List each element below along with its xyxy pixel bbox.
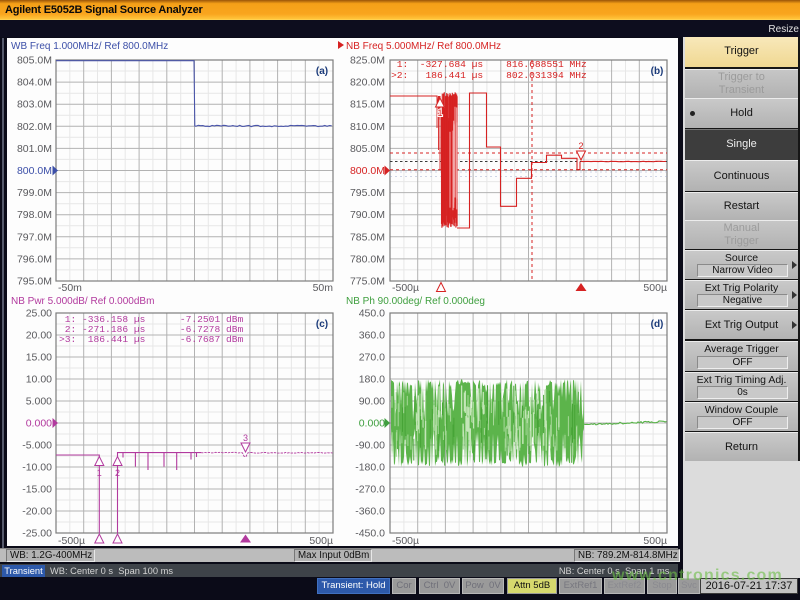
svg-text:450.0: 450.0: [359, 308, 385, 320]
svg-text:798.0M: 798.0M: [17, 209, 52, 221]
svg-text:270.0: 270.0: [359, 352, 385, 364]
svg-text:-90.00: -90.00: [355, 440, 385, 452]
svg-text:0.000: 0.000: [359, 418, 385, 430]
svg-text:805.0M: 805.0M: [350, 143, 385, 155]
svg-text:-500µ: -500µ: [392, 282, 419, 294]
svg-text:(d): (d): [651, 319, 664, 330]
svg-text:820.0M: 820.0M: [350, 77, 385, 89]
svg-text:3: 3: [243, 433, 248, 443]
svg-text:20.00: 20.00: [26, 330, 52, 342]
svg-text:795.0M: 795.0M: [17, 276, 52, 288]
svg-text:804.0M: 804.0M: [17, 77, 52, 89]
svg-text:NB Ph 90.00deg/ Ref 0.000deg: NB Ph 90.00deg/ Ref 0.000deg: [346, 296, 485, 307]
svg-text:810.0M: 810.0M: [350, 121, 385, 133]
svg-text:5.000: 5.000: [26, 396, 52, 408]
svg-text:15.00: 15.00: [26, 352, 52, 364]
svg-text:-180.0: -180.0: [355, 462, 385, 474]
svg-text:805.0M: 805.0M: [17, 55, 52, 67]
svg-text:790.0M: 790.0M: [350, 209, 385, 221]
svg-text:797.0M: 797.0M: [17, 231, 52, 243]
svg-text:801.0M: 801.0M: [17, 143, 52, 155]
svg-text:360.0: 360.0: [359, 330, 385, 342]
svg-text:-500µ: -500µ: [392, 535, 419, 547]
svg-text:90.00: 90.00: [359, 396, 385, 408]
svg-text:815.0M: 815.0M: [350, 99, 385, 111]
svg-text:-500µ: -500µ: [58, 535, 85, 547]
svg-text:-450.0: -450.0: [355, 528, 385, 540]
svg-text:-15.00: -15.00: [22, 484, 52, 496]
svg-text:(c): (c): [316, 319, 328, 330]
svg-text:800.0M: 800.0M: [350, 165, 385, 177]
svg-text:0.000: 0.000: [26, 418, 52, 430]
svg-text:825.0M: 825.0M: [350, 55, 385, 67]
svg-text:780.0M: 780.0M: [350, 253, 385, 265]
svg-text:NB Freq 5.000MHz/ Ref 800.0MHz: NB Freq 5.000MHz/ Ref 800.0MHz: [346, 41, 501, 52]
svg-text:803.0M: 803.0M: [17, 99, 52, 111]
svg-text:-20.00: -20.00: [22, 506, 52, 518]
svg-text:799.0M: 799.0M: [17, 187, 52, 199]
svg-text:2: 2: [578, 141, 583, 151]
svg-text:>2: 186.441 µs 802.031394: >2: 186.441 µs 802.031394 MHz: [391, 70, 587, 81]
svg-text:795.0M: 795.0M: [350, 187, 385, 199]
svg-text:1: 1: [97, 468, 102, 478]
svg-text:-10.00: -10.00: [22, 462, 52, 474]
svg-text:180.0: 180.0: [359, 374, 385, 386]
svg-text:-5.000: -5.000: [22, 440, 52, 452]
svg-text:WB Freq 1.000MHz/ Ref 800.0MHz: WB Freq 1.000MHz/ Ref 800.0MHz: [11, 41, 168, 52]
svg-text:802.0M: 802.0M: [17, 121, 52, 133]
svg-text:-270.0: -270.0: [355, 484, 385, 496]
svg-text:1: -327.684 µs 816.688551: 1: -327.684 µs 816.688551 MHz: [391, 59, 587, 70]
svg-text:10.00: 10.00: [26, 374, 52, 386]
svg-text:1: 1: [437, 108, 442, 118]
svg-text:>3: 186.441 µs -6.7687 d: >3: 186.441 µs -6.7687 dBm: [59, 334, 243, 345]
svg-text:775.0M: 775.0M: [350, 276, 385, 288]
svg-text:-25.00: -25.00: [22, 528, 52, 540]
svg-text:2: 2: [115, 468, 120, 478]
svg-text:796.0M: 796.0M: [17, 253, 52, 265]
svg-text:-360.0: -360.0: [355, 506, 385, 518]
svg-text:-50m: -50m: [58, 282, 82, 294]
svg-text:800.0M: 800.0M: [17, 165, 52, 177]
svg-text:(a): (a): [316, 66, 328, 77]
svg-text:(b): (b): [651, 66, 664, 77]
svg-text:785.0M: 785.0M: [350, 231, 385, 243]
svg-text:500µ: 500µ: [643, 282, 667, 294]
svg-text:25.00: 25.00: [26, 308, 52, 320]
svg-text:500µ: 500µ: [643, 535, 667, 547]
svg-text:NB Pwr 5.000dB/ Ref 0.000dBm: NB Pwr 5.000dB/ Ref 0.000dBm: [11, 296, 154, 307]
svg-text:500µ: 500µ: [309, 535, 333, 547]
svg-text:50m: 50m: [313, 282, 334, 294]
